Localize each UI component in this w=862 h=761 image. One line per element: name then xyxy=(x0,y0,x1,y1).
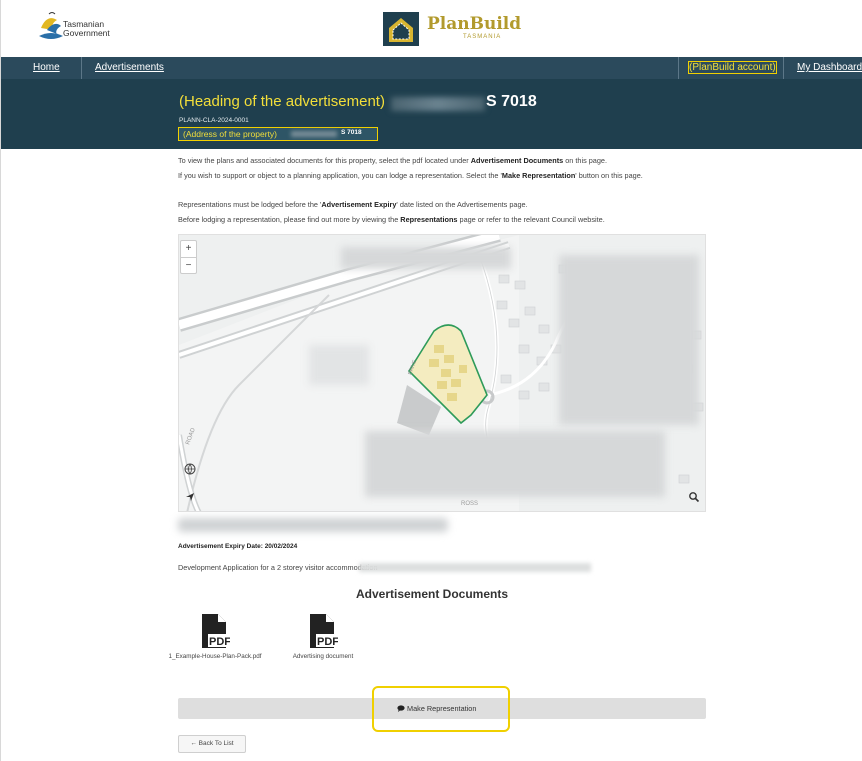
intro-paragraph-3: Representations must be lodged before th… xyxy=(178,200,528,209)
property-address-text: (Address of the property) xyxy=(183,129,278,139)
redacted-description-part xyxy=(359,563,591,572)
advertisement-heading: (Heading of the advertisement) xyxy=(179,93,385,110)
intro-paragraph-4: Before lodging a representation, please … xyxy=(178,215,605,224)
redacted-map-area xyxy=(559,255,699,425)
redacted-heading-part xyxy=(391,97,485,111)
top-header: Tasmanian Government PlanBuild TASMANIA xyxy=(1,0,862,57)
documents-heading: Advertisement Documents xyxy=(355,587,509,601)
svg-text:PDF: PDF xyxy=(317,636,338,648)
document-item-advertising[interactable]: PDF Advertising document xyxy=(275,614,371,661)
speech-bubble-icon xyxy=(397,705,405,712)
advertisement-hero: (Heading of the advertisement) S 7018 PL… xyxy=(1,79,862,149)
redacted-address-line xyxy=(178,518,448,532)
nav-advertisements-link[interactable]: Advertisements xyxy=(95,62,164,73)
zoom-in-button[interactable]: + xyxy=(181,241,196,258)
page: Tasmanian Government PlanBuild TASMANIA … xyxy=(0,0,862,761)
redacted-map-label xyxy=(341,247,511,269)
application-reference: PLANN-CLA-2024-0001 xyxy=(179,117,249,124)
document-label[interactable]: Advertising document xyxy=(275,653,371,661)
heading-postcode: S 7018 xyxy=(486,93,537,110)
intro-paragraph-2: If you wish to support or object to a pl… xyxy=(178,171,643,180)
brand-subtitle: TASMANIA xyxy=(463,34,502,40)
redacted-map-area xyxy=(365,431,665,497)
map-label-ross: ROSS xyxy=(461,501,478,507)
address-postcode: S 7018 xyxy=(341,129,362,136)
gov-logo-line2: Government xyxy=(63,28,110,38)
brand-name: PlanBuild xyxy=(427,14,522,34)
locate-arrow-icon[interactable] xyxy=(182,491,198,507)
back-to-list-button[interactable]: ← Back To List xyxy=(178,735,246,753)
pdf-file-icon[interactable]: PDF xyxy=(308,614,339,648)
main-nav: Home Advertisements (PlanBuild account) … xyxy=(1,57,862,79)
make-representation-label: Make Representation xyxy=(407,704,477,713)
document-label[interactable]: 1_Example-House-Plan-Pack.pdf xyxy=(167,653,263,661)
map-search-icon[interactable] xyxy=(686,491,702,507)
map-zoom-control: + − xyxy=(180,240,197,274)
svg-text:PDF: PDF xyxy=(209,636,230,648)
make-representation-button[interactable]: Make Representation xyxy=(397,704,476,713)
nav-separator xyxy=(783,57,784,79)
redacted-map-area xyxy=(309,345,369,385)
globe-icon[interactable] xyxy=(182,463,198,479)
property-map[interactable]: ROAD ROSS DRIVE xyxy=(178,234,706,512)
nav-home-link[interactable]: Home xyxy=(33,62,60,73)
nav-separator xyxy=(678,57,679,79)
intro-paragraph-1: To view the plans and associated documen… xyxy=(178,156,608,165)
application-description: Development Application for a 2 storey v… xyxy=(178,563,378,572)
redacted-address-part xyxy=(291,131,337,137)
zoom-out-button[interactable]: − xyxy=(181,258,196,275)
nav-dashboard-link[interactable]: My Dashboard xyxy=(797,62,862,73)
document-item-plan-pack[interactable]: PDF 1_Example-House-Plan-Pack.pdf xyxy=(167,614,263,661)
advertisement-expiry-date: Advertisement Expiry Date: 20/02/2024 xyxy=(178,543,298,550)
nav-account-link[interactable]: (PlanBuild account) xyxy=(688,61,777,74)
gov-logo-text: Tasmanian Government xyxy=(63,20,110,38)
nav-separator xyxy=(81,57,82,79)
pdf-file-icon[interactable]: PDF xyxy=(200,614,231,648)
